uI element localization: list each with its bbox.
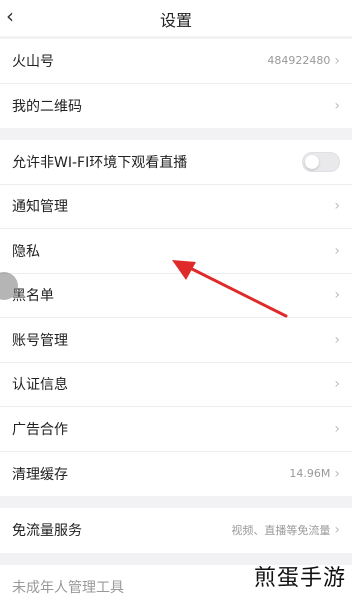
chevron-right-icon: › (334, 198, 340, 215)
row-privacy[interactable]: 隐私 › (0, 229, 352, 274)
row-notifications[interactable]: 通知管理 › (0, 185, 352, 229)
wifi-live-label: 允许非WI-FI环境下观看直播 (12, 154, 188, 171)
chevron-right-icon: › (334, 331, 340, 348)
chevron-right-icon: › (334, 287, 340, 304)
chevron-right-icon: › (334, 52, 340, 69)
chevron-right-icon: › (334, 242, 340, 259)
qrcode-label: 我的二维码 (12, 98, 82, 115)
watermark-text: 煎蛋手游 (253, 566, 346, 591)
row-wifi-live: 允许非WI-FI环境下观看直播 (0, 140, 352, 185)
wifi-live-toggle[interactable] (302, 151, 340, 172)
row-huoshan-id[interactable]: 火山号 484922480 › (0, 39, 352, 84)
account-group: 火山号 484922480 › 我的二维码 › (0, 39, 352, 128)
privacy-label: 隐私 (12, 243, 40, 260)
row-clear-cache[interactable]: 清理缓存 14.96M › (0, 452, 352, 497)
data-group: 免流量服务 视频、直播等免流量 › (0, 508, 352, 553)
notifications-label: 通知管理 (12, 199, 68, 216)
free-flow-label: 免流量服务 (12, 523, 82, 540)
huoshan-id-label: 火山号 (12, 53, 54, 70)
clear-cache-label: 清理缓存 (12, 466, 68, 483)
row-verification[interactable]: 认证信息 › (0, 363, 352, 407)
chevron-right-icon: › (334, 97, 340, 114)
ad-cooperation-label: 广告合作 (12, 421, 68, 438)
account-management-label: 账号管理 (12, 332, 68, 349)
blacklist-label: 黑名单 (12, 288, 54, 305)
row-qrcode[interactable]: 我的二维码 › (0, 84, 352, 129)
free-flow-value: 视频、直播等免流量 (231, 524, 331, 538)
toggle-knob (305, 154, 319, 169)
chevron-right-icon: › (334, 376, 340, 393)
row-account-management[interactable]: 账号管理 › (0, 318, 352, 363)
page-title: 设置 (159, 11, 192, 30)
cache-size-value: 14.96M (289, 467, 331, 481)
row-ad-cooperation[interactable]: 广告合作 › (0, 407, 352, 452)
row-free-flow[interactable]: 免流量服务 视频、直播等免流量 › (0, 508, 352, 553)
verification-label: 认证信息 (12, 377, 68, 394)
chevron-right-icon: › (334, 420, 340, 437)
settings-group: 允许非WI-FI环境下观看直播 通知管理 › 隐私 › 黑名单 › 账号管理 ›… (0, 140, 352, 496)
chevron-right-icon: › (334, 522, 340, 539)
row-blacklist[interactable]: 黑名单 › (0, 274, 352, 318)
huoshan-id-value: 484922480 (267, 54, 331, 68)
chevron-right-icon: › (334, 465, 340, 482)
nav-bar: ‹ 设置 (0, 0, 352, 36)
